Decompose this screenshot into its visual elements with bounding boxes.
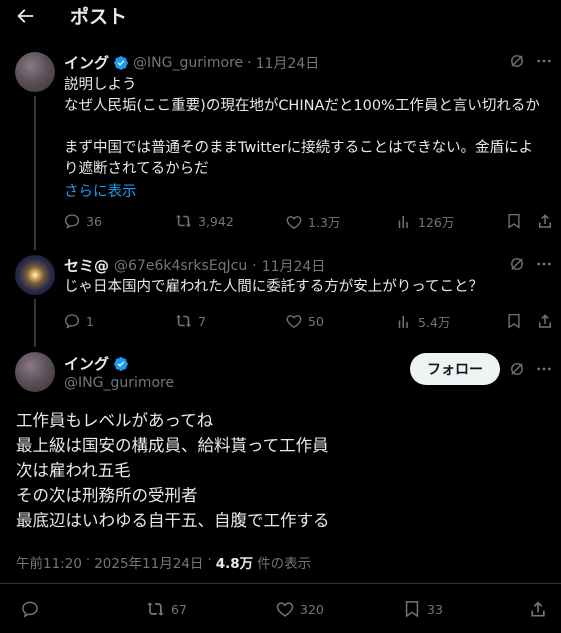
- tweet-body: 説明しよう なぜ人民垢(ここ重要)の現在地がCHINAだと100%工作員と言い切…: [64, 77, 540, 201]
- reply-button[interactable]: 36: [63, 212, 102, 230]
- tweet-meta: 午前11:20 · 2025年11月24日 · 4.8万 件の表示: [16, 552, 312, 572]
- bookmark-icon: [405, 601, 419, 618]
- grok-button[interactable]: [508, 255, 526, 273]
- back-button[interactable]: [14, 5, 36, 27]
- repost-icon: [147, 602, 164, 616]
- repost-button[interactable]: 3,942: [175, 212, 234, 230]
- more-button[interactable]: [535, 255, 553, 273]
- repost-button[interactable]: 7: [175, 312, 206, 330]
- more-icon: [537, 367, 551, 371]
- bookmark-button[interactable]: [505, 212, 523, 230]
- heart-icon: [276, 602, 294, 617]
- grok-icon: [511, 363, 523, 375]
- follow-button[interactable]: フォロー: [410, 353, 500, 385]
- more-button[interactable]: [535, 360, 553, 378]
- views-icon: [398, 215, 408, 228]
- tweet-date[interactable]: 2025年11月24日: [94, 552, 203, 572]
- views-label: 件の表示: [257, 556, 312, 572]
- reply-button[interactable]: 1: [63, 312, 94, 330]
- avatar[interactable]: [15, 52, 55, 92]
- author-handle[interactable]: @ING_gurimore: [133, 55, 243, 71]
- tweet-body: 工作員もレベルがあってね 最上級は国安の構成員、給料貰って工作員 次は雇われ五毛…: [16, 411, 330, 530]
- share-icon: [531, 601, 545, 617]
- views-icon: [398, 315, 408, 328]
- share-icon: [539, 214, 551, 228]
- views-button[interactable]: 126万: [395, 212, 454, 231]
- author-name[interactable]: イング: [64, 52, 109, 73]
- more-button[interactable]: [535, 52, 553, 70]
- repost-icon: [176, 314, 192, 328]
- tweet-header: イング @ING_gurimore · 11月24日: [64, 52, 320, 73]
- heart-icon: [286, 215, 302, 229]
- tweet-header: セミ@ @67e6k4srksEqJcu · 11月24日: [64, 255, 326, 276]
- author-handle[interactable]: @67e6k4srksEqJcu: [114, 258, 247, 274]
- like-button[interactable]: 320: [275, 599, 324, 619]
- tweet-date[interactable]: 11月24日: [262, 256, 326, 276]
- views-count: 4.8万: [215, 556, 254, 572]
- grok-icon: [511, 55, 523, 67]
- tweet-body: じゃ日本国内で雇われた人間に委託する方が安上がりってこと？: [64, 279, 484, 295]
- verified-badge-icon: [114, 356, 128, 371]
- author-handle[interactable]: @ING_gurimore: [64, 375, 174, 391]
- arrow-left-icon: [17, 9, 34, 23]
- grok-button[interactable]: [508, 360, 526, 378]
- author-name-row: イング: [64, 353, 129, 374]
- verified-badge-icon: [114, 55, 128, 70]
- bookmark-icon: [508, 313, 520, 329]
- show-more-link[interactable]: さらに表示: [64, 180, 540, 201]
- divider: [0, 583, 561, 584]
- share-button[interactable]: [536, 312, 554, 330]
- like-button[interactable]: 1.3万: [285, 212, 340, 231]
- reply-button[interactable]: [20, 599, 40, 619]
- reply-icon: [64, 314, 80, 329]
- grok-button[interactable]: [508, 52, 526, 70]
- like-button[interactable]: 50: [285, 312, 324, 330]
- share-button[interactable]: [528, 599, 548, 619]
- repost-button[interactable]: 67: [146, 599, 187, 619]
- author-name[interactable]: イング: [64, 353, 109, 374]
- reply-icon: [64, 214, 80, 229]
- more-icon: [537, 59, 551, 63]
- author-name[interactable]: セミ@: [64, 255, 109, 276]
- avatar[interactable]: [15, 352, 55, 392]
- grok-icon: [511, 258, 523, 270]
- bookmark-button[interactable]: [505, 312, 523, 330]
- reply-icon: [22, 601, 38, 618]
- avatar[interactable]: [15, 255, 55, 295]
- page-title: ポスト: [70, 6, 128, 28]
- thread-line: [34, 299, 36, 347]
- share-icon: [539, 314, 551, 328]
- tweet-time[interactable]: 午前11:20: [16, 552, 82, 572]
- heart-icon: [286, 315, 302, 329]
- repost-icon: [176, 214, 192, 228]
- share-button[interactable]: [536, 212, 554, 230]
- bookmark-button[interactable]: 33: [402, 599, 443, 619]
- tweet-date[interactable]: 11月24日: [256, 53, 320, 73]
- thread-line: [34, 96, 36, 250]
- bookmark-icon: [508, 213, 520, 229]
- more-icon: [537, 262, 551, 266]
- views-button[interactable]: 5.4万: [395, 312, 450, 331]
